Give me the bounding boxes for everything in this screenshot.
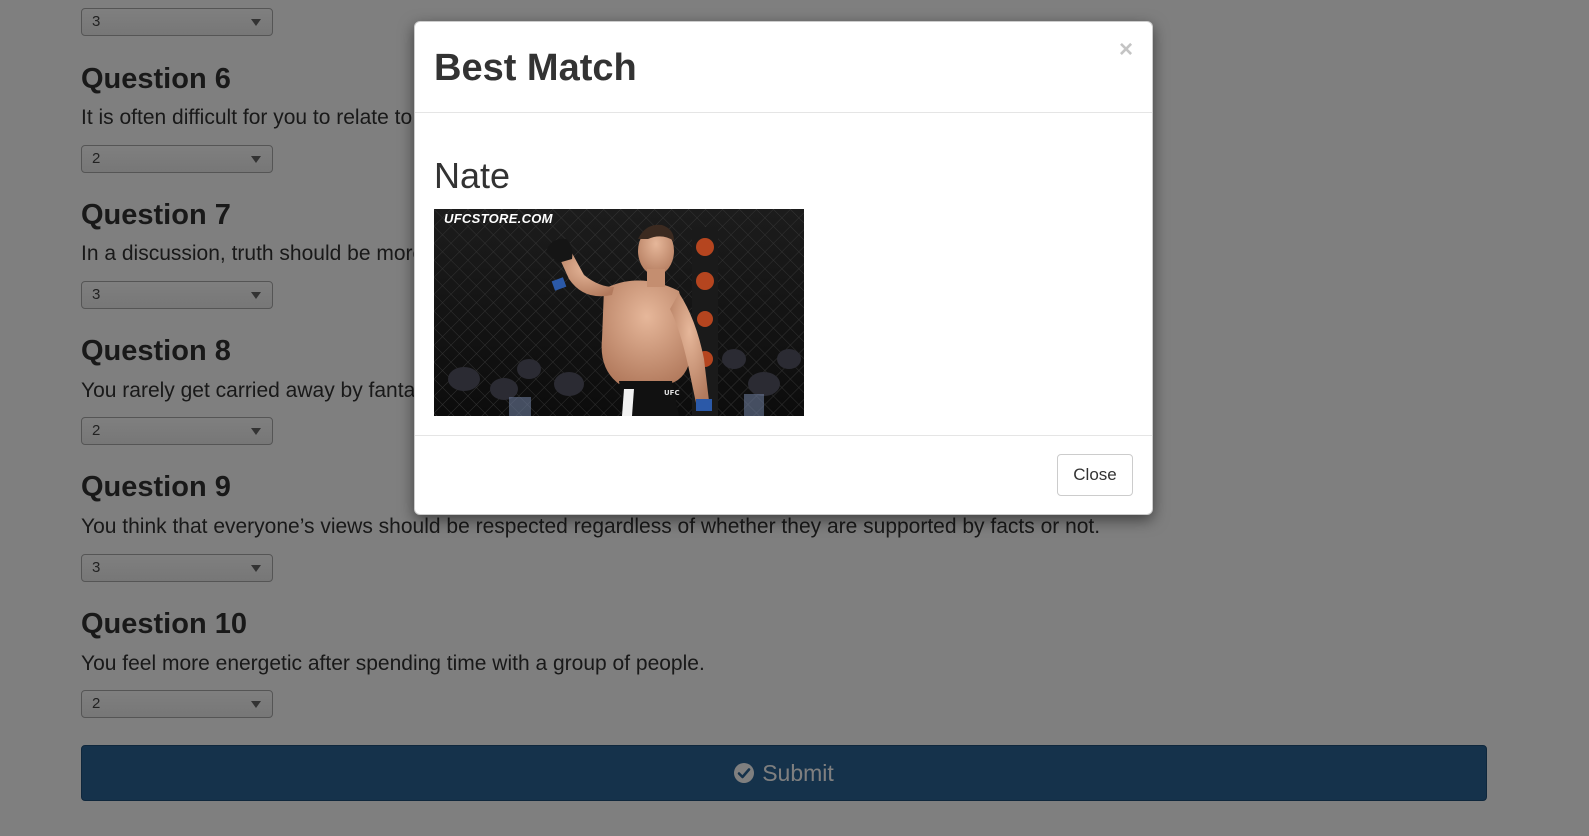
modal-footer: Close (415, 435, 1152, 515)
close-button[interactable]: Close (1057, 454, 1133, 496)
svg-text:UFC: UFC (664, 389, 680, 397)
fighter-photo-illustration: UFC (434, 209, 804, 416)
close-icon[interactable]: × (1119, 38, 1133, 62)
match-name: Nate (434, 155, 511, 196)
modal-header: Best Match × (415, 22, 1152, 113)
best-match-modal: Best Match × Nate UFC UFCSTORE.COM Close (414, 21, 1153, 515)
modal-title: Best Match (434, 47, 637, 89)
match-photo: UFC UFCSTORE.COM (434, 209, 804, 416)
photo-watermark: UFCSTORE.COM (444, 211, 553, 226)
modal-body: Nate UFC UFCSTORE.COM (415, 113, 1152, 435)
